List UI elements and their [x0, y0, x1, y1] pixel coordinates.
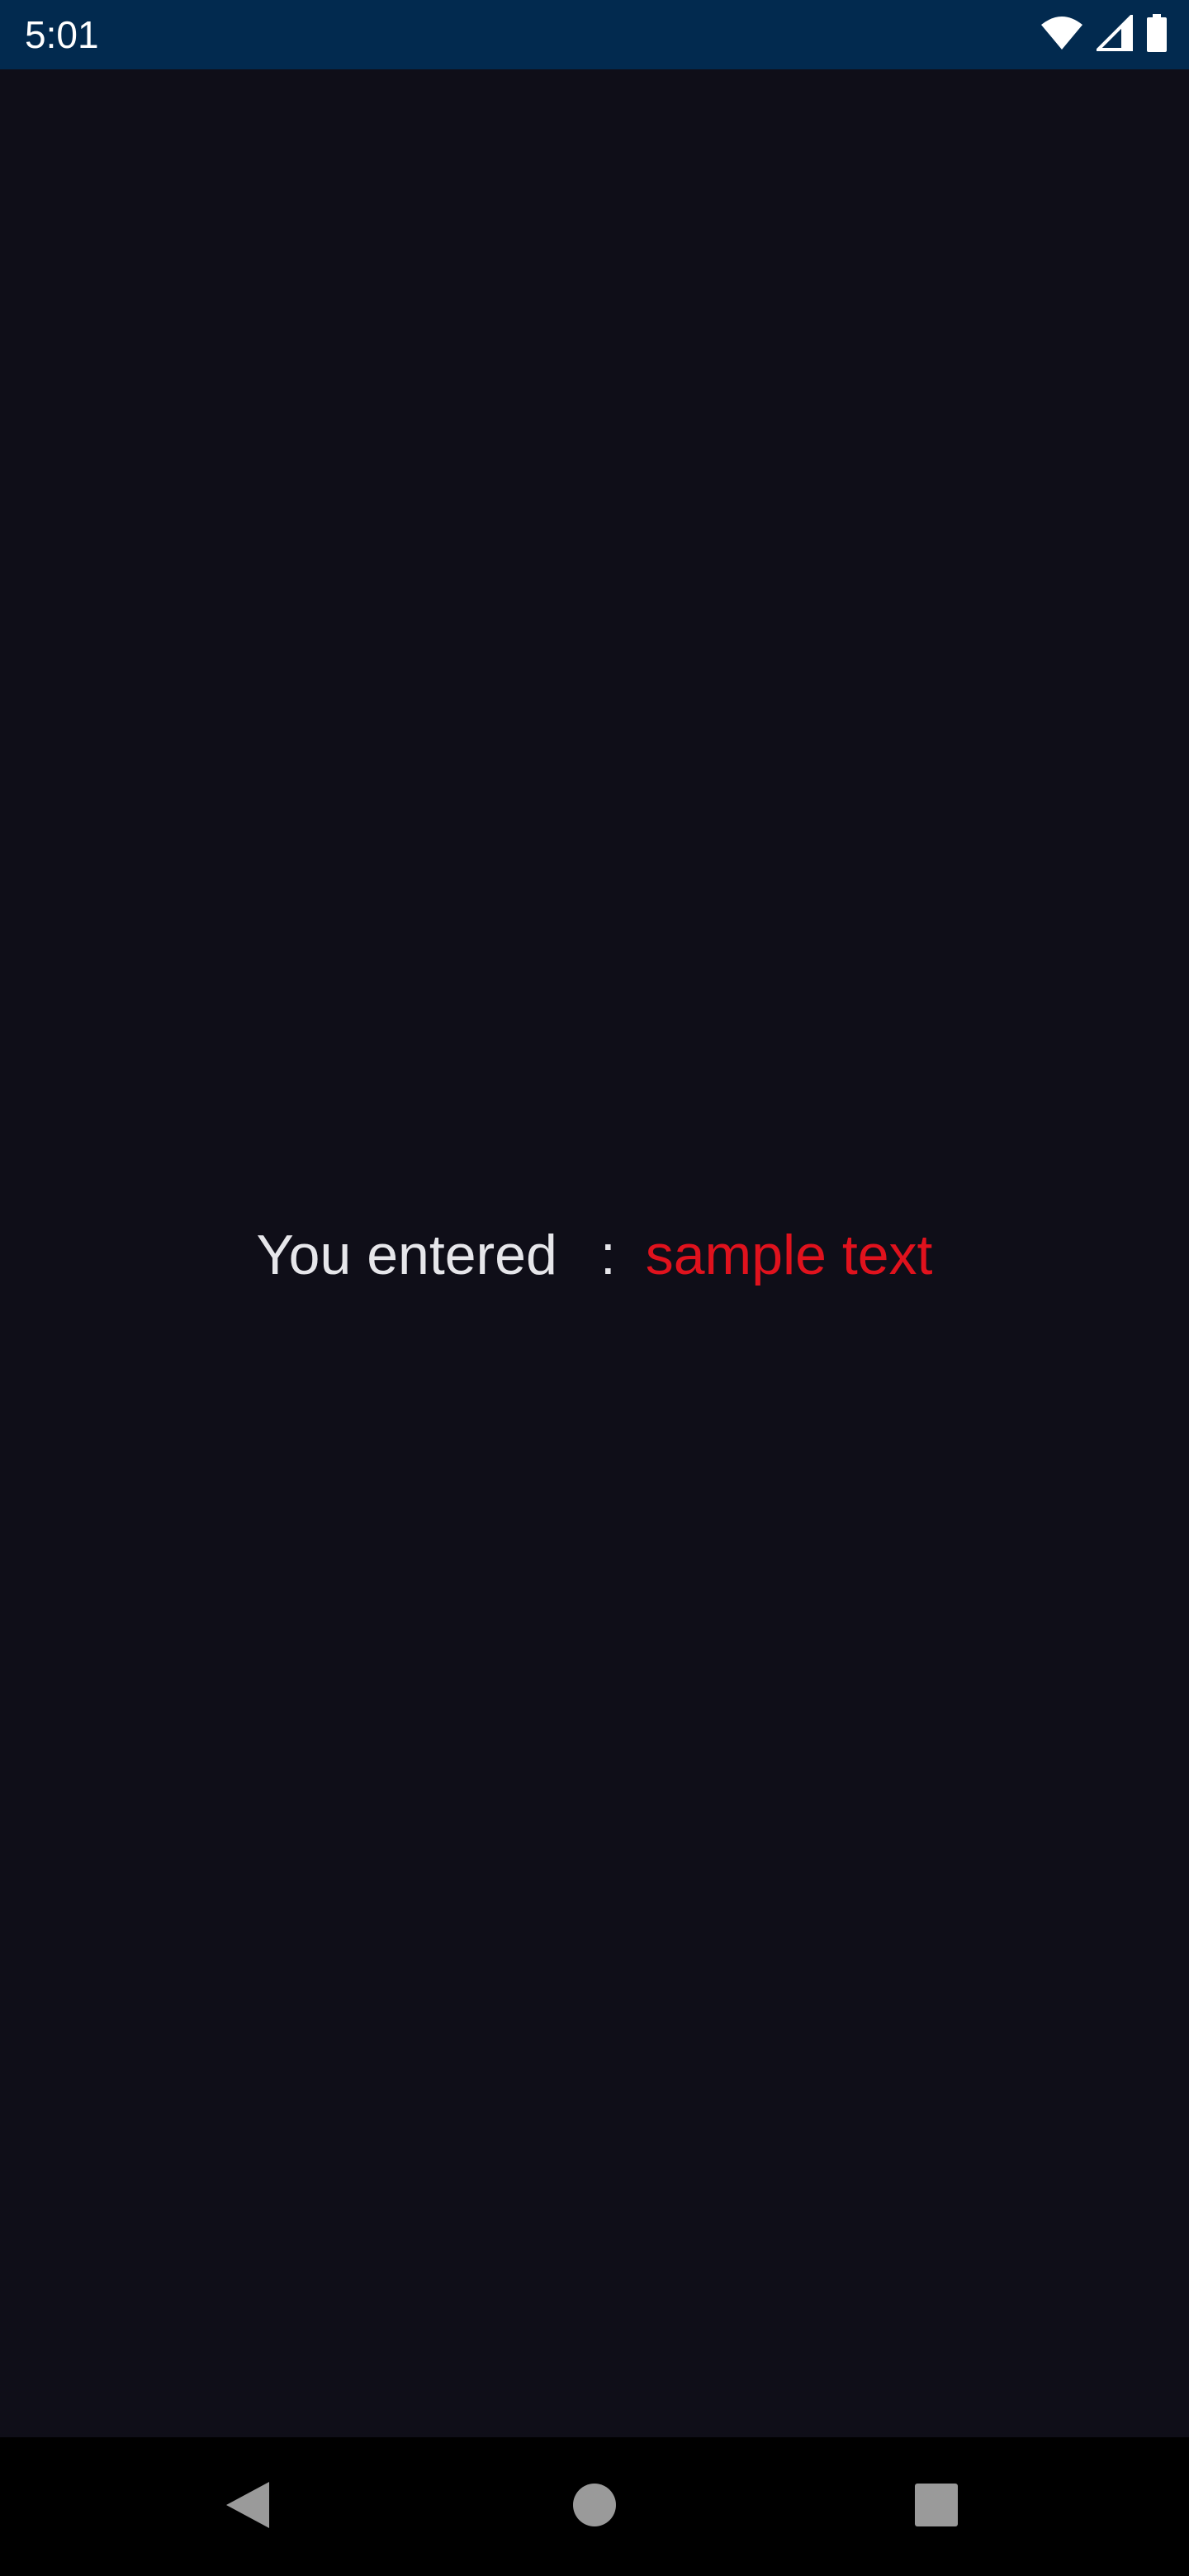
recents-button[interactable]: [867, 2437, 1006, 2576]
status-time: 5:01: [25, 13, 99, 56]
home-button[interactable]: [525, 2437, 664, 2576]
back-button[interactable]: [178, 2437, 317, 2576]
home-icon: [572, 2483, 617, 2531]
entry-value: sample text: [645, 1224, 933, 1286]
entry-label: You entered: [256, 1224, 557, 1286]
battery-icon: [1146, 13, 1168, 56]
navigation-bar: [0, 2437, 1189, 2576]
status-icons: [1040, 12, 1168, 56]
recents-icon: [914, 2483, 959, 2531]
signal-icon: [1094, 12, 1133, 55]
entry-separator: :: [599, 1224, 616, 1286]
entry-display: You entered : sample text: [0, 1156, 1189, 1354]
back-icon: [225, 2480, 271, 2534]
status-bar: 5:01: [0, 0, 1189, 69]
wifi-icon: [1040, 15, 1083, 55]
